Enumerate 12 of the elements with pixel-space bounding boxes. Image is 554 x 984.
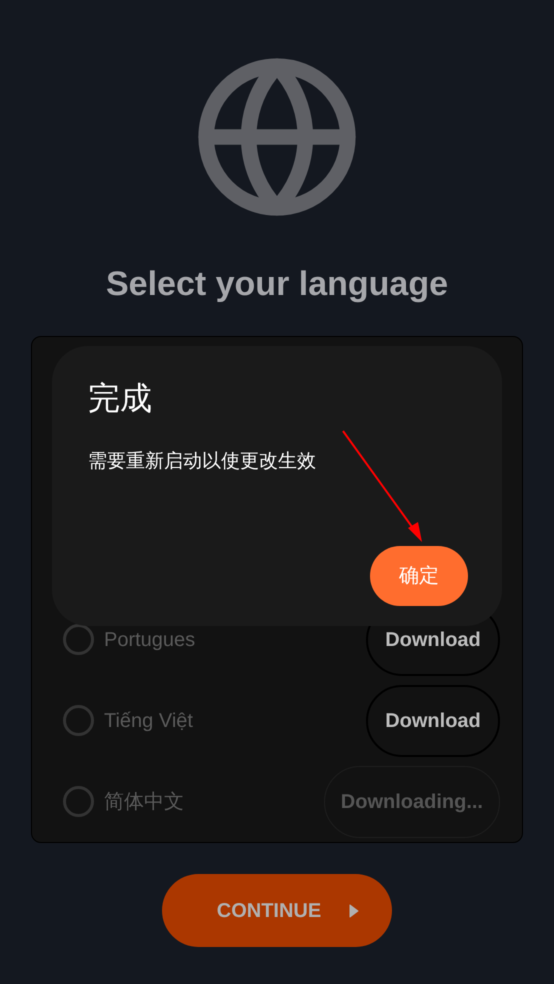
dialog-title: 完成 bbox=[88, 379, 153, 418]
page-title: Select your language bbox=[106, 264, 448, 304]
dialog-message: 需要重新启动以使更改生效 bbox=[88, 450, 317, 474]
play-icon bbox=[349, 904, 360, 918]
language-label: 简体中文 bbox=[104, 790, 184, 815]
continue-button[interactable]: CONTINUE bbox=[162, 874, 392, 947]
language-label: Tiếng Việt bbox=[104, 708, 193, 734]
radio-button[interactable] bbox=[63, 705, 94, 736]
radio-button[interactable] bbox=[63, 786, 94, 818]
confirm-button[interactable]: 确定 bbox=[370, 546, 468, 606]
download-button[interactable]: Download bbox=[366, 684, 500, 757]
language-label: Portugues bbox=[104, 628, 196, 653]
